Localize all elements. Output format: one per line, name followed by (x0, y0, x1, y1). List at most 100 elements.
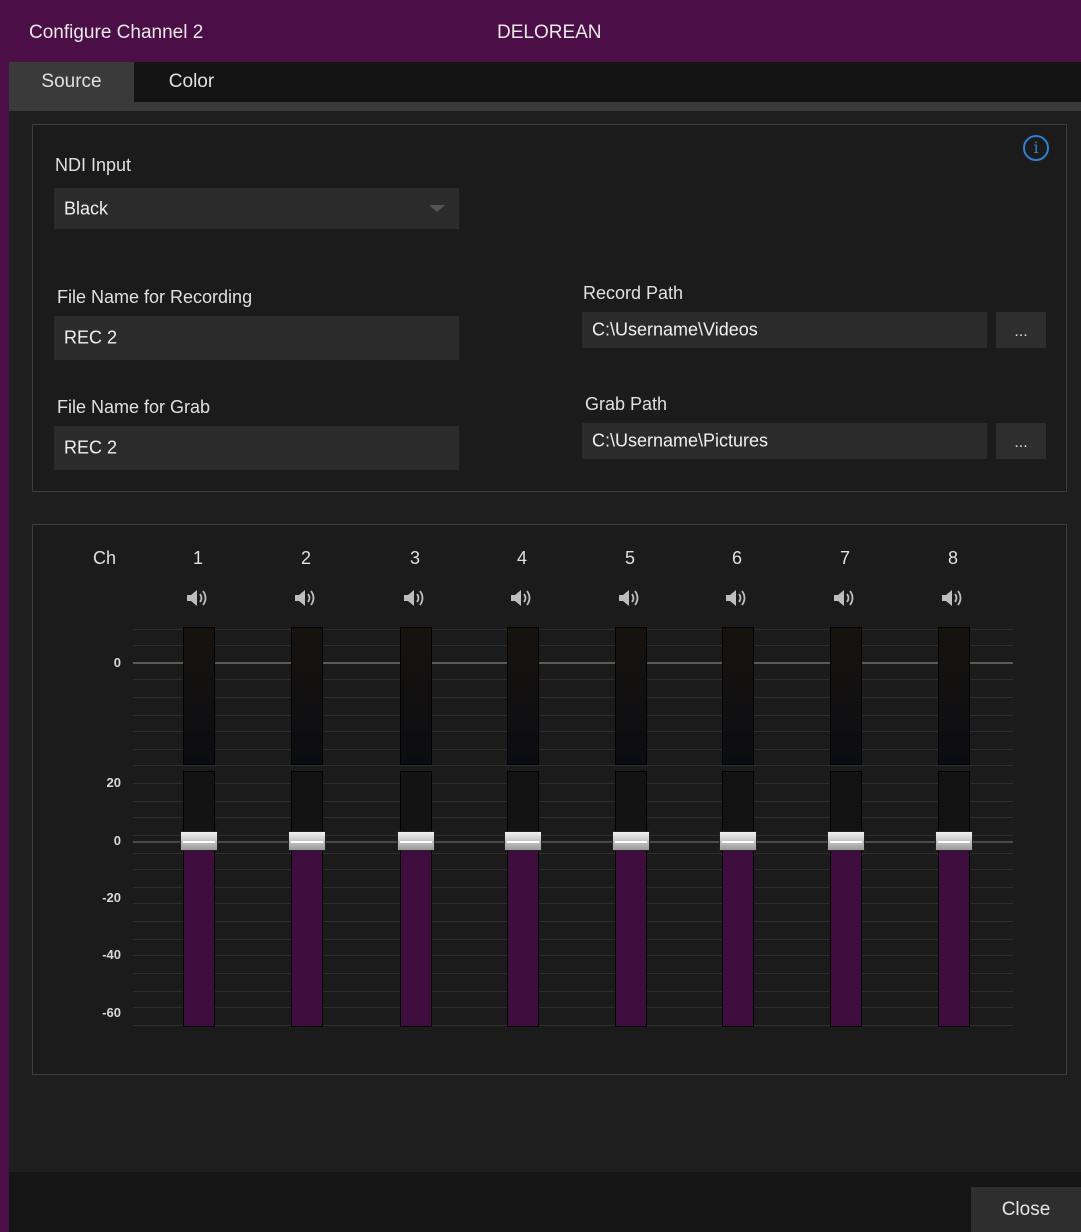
speaker-icon[interactable] (724, 587, 752, 609)
volume-fader-ch4[interactable] (507, 771, 539, 1027)
title-bar[interactable]: Configure Channel 2 DELOREAN (9, 0, 1081, 62)
fader-scale-label: 20 (106, 775, 121, 790)
grab-path-value: C:\Username\Pictures (592, 430, 769, 451)
scale-gridline (133, 835, 1013, 836)
volume-fader-ch7[interactable] (830, 771, 862, 1027)
grab-path-browse-button[interactable]: ... (996, 423, 1046, 459)
scale-gridline (133, 715, 1013, 716)
grab-path-input[interactable]: C:\Username\Pictures (582, 423, 987, 459)
file-name-recording-value: REC 2 (64, 327, 118, 348)
speaker-icon[interactable] (940, 587, 968, 609)
channel-number-2: 2 (301, 548, 312, 568)
fader-fill (508, 842, 538, 1026)
scale-gridline (133, 1007, 1013, 1008)
info-icon[interactable]: i (1023, 135, 1049, 161)
scale-gridline (133, 903, 1013, 904)
meter-scale-label: 0 (113, 655, 121, 670)
channel-number-5: 5 (625, 548, 636, 568)
speaker-icon[interactable] (832, 587, 860, 609)
volume-fader-ch5[interactable] (615, 771, 647, 1027)
scale-gridline (133, 749, 1013, 750)
level-meter-ch2 (291, 627, 323, 765)
speaker-icon[interactable] (402, 587, 430, 609)
file-name-recording-input[interactable]: REC 2 (54, 316, 459, 360)
scale-gridline (133, 801, 1013, 802)
fader-fill (723, 842, 753, 1026)
fader-fill (292, 842, 322, 1026)
fader-fill (939, 842, 969, 1026)
ndi-input-value: Black (64, 198, 109, 218)
record-path-value: C:\Username\Videos (592, 319, 758, 340)
configure-channel-dialog: Configure Channel 2 DELOREAN Source Colo… (0, 0, 1081, 1232)
file-name-grab-input[interactable]: REC 2 (54, 426, 459, 470)
fader-handle-ch6[interactable] (719, 831, 757, 851)
volume-fader-ch6[interactable] (722, 771, 754, 1027)
channel-number-4: 4 (517, 548, 528, 568)
record-path-browse-button[interactable]: ... (996, 312, 1046, 348)
ndi-input-label: NDI Input (55, 155, 132, 175)
scale-gridline (133, 765, 1013, 766)
fader-handle-ch1[interactable] (180, 831, 218, 851)
scale-gridline (133, 887, 1013, 888)
scale-gridline (133, 817, 1013, 818)
fader-handle-ch7[interactable] (827, 831, 865, 851)
channel-number-3: 3 (410, 548, 421, 568)
fader-scale-label: -60 (102, 1005, 121, 1020)
scale-gridline (133, 1025, 1013, 1026)
channel-number-8: 8 (948, 548, 959, 568)
fader-fill (616, 842, 646, 1026)
footer-bar: Close (9, 1172, 1081, 1232)
speaker-icon[interactable] (617, 587, 645, 609)
channel-header-label: Ch (93, 548, 117, 568)
file-name-grab-label: File Name for Grab (57, 397, 211, 417)
speaker-icon[interactable] (185, 587, 213, 609)
scale-gridline (133, 939, 1013, 940)
scale-gridline (133, 629, 1013, 630)
grab-path-label: Grab Path (585, 394, 668, 414)
window-border (0, 0, 9, 1232)
zero-line (133, 662, 1013, 664)
volume-fader-ch2[interactable] (291, 771, 323, 1027)
fader-scale-label: -20 (102, 890, 121, 905)
level-meter-ch5 (615, 627, 647, 765)
scale-gridline (133, 679, 1013, 680)
scale-gridline (133, 645, 1013, 646)
scale-gridline (133, 697, 1013, 698)
scale-gridline (133, 955, 1013, 956)
scale-gridline (133, 991, 1013, 992)
record-path-input[interactable]: C:\Username\Videos (582, 312, 987, 348)
speaker-icon[interactable] (293, 587, 321, 609)
content-area: i NDI Input Black File Name for Recordin… (9, 111, 1081, 1172)
fader-scale-label: -40 (102, 947, 121, 962)
fader-fill (401, 842, 431, 1026)
scale-gridline (133, 731, 1013, 732)
close-button[interactable]: Close (971, 1187, 1081, 1232)
zero-line (133, 841, 1013, 843)
fader-handle-ch3[interactable] (397, 831, 435, 851)
scale-gridline (133, 853, 1013, 854)
level-meter-ch6 (722, 627, 754, 765)
level-meter-ch7 (830, 627, 862, 765)
fader-handle-ch8[interactable] (935, 831, 973, 851)
speaker-icon[interactable] (509, 587, 537, 609)
fader-fill (184, 842, 214, 1026)
fader-scale-label: 0 (113, 833, 121, 848)
ndi-input-dropdown[interactable]: Black (54, 188, 459, 229)
volume-fader-ch8[interactable] (938, 771, 970, 1027)
tab-underline (9, 102, 1081, 111)
scale-gridline (133, 869, 1013, 870)
channel-number-7: 7 (840, 548, 851, 568)
scale-gridline (133, 783, 1013, 784)
window-title: Configure Channel 2 (29, 22, 204, 43)
level-meter-ch8 (938, 627, 970, 765)
volume-fader-ch1[interactable] (183, 771, 215, 1027)
fader-handle-ch4[interactable] (504, 831, 542, 851)
fader-handle-ch5[interactable] (612, 831, 650, 851)
tab-source[interactable]: Source (9, 62, 134, 102)
scale-gridline (133, 921, 1013, 922)
volume-fader-ch3[interactable] (400, 771, 432, 1027)
tab-color[interactable]: Color (134, 62, 249, 102)
audio-mixer-panel: Ch 0 20 0 -20 -40 -60 1 2 3 4 5 6 7 8 (32, 524, 1067, 1075)
chevron-down-icon (429, 205, 445, 212)
fader-handle-ch2[interactable] (288, 831, 326, 851)
